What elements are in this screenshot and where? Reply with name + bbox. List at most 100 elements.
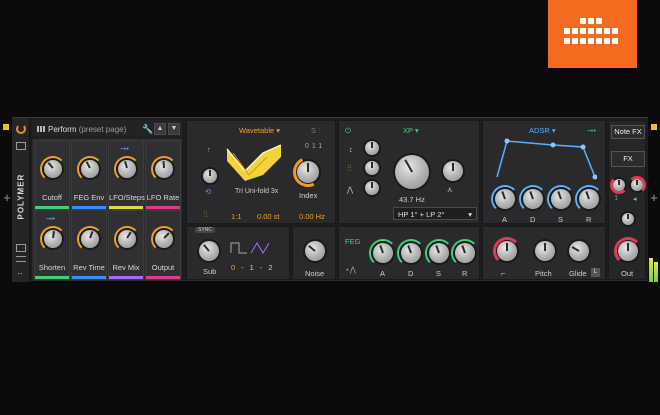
macro-cell[interactable]: Rev Mix — [108, 210, 144, 280]
index-label: Index — [299, 191, 318, 200]
macro-cell[interactable]: FEG Env — [71, 140, 107, 210]
logo-dot — [596, 28, 602, 34]
macro-knob[interactable] — [118, 230, 136, 248]
layout-icon[interactable] — [16, 244, 26, 252]
filter-key-knob[interactable] — [365, 161, 379, 175]
out-label: Out — [621, 269, 634, 278]
macro-knob[interactable] — [81, 160, 99, 178]
lfo-route-icon[interactable]: ⊸• — [120, 144, 129, 153]
add-device-left-button[interactable]: + — [2, 190, 12, 205]
envelope-knob[interactable] — [495, 189, 515, 209]
logo-dot — [580, 28, 586, 34]
ratio-value[interactable]: 1:1 — [231, 212, 241, 221]
envelope-display[interactable] — [493, 135, 597, 181]
filter-mod-knob[interactable] — [365, 141, 379, 155]
envelope-knob[interactable] — [579, 189, 599, 209]
macro-cell[interactable]: ⊸• LFO/Steps — [108, 140, 145, 210]
macro-color-bar — [109, 276, 143, 279]
semitones-value[interactable]: 0.00 st — [257, 212, 280, 221]
macro-color-bar — [35, 206, 69, 209]
wavetable-display[interactable] — [223, 141, 285, 183]
macro-cell[interactable]: ⊸• Shorten — [34, 210, 70, 280]
glide-knob[interactable] — [569, 241, 589, 261]
macro-knob[interactable] — [44, 230, 62, 248]
wrench-icon[interactable]: 🔧 — [142, 124, 153, 135]
pitch-mod-icon: ↑ — [207, 145, 211, 154]
envelope-knob[interactable] — [523, 189, 543, 209]
resonance-knob[interactable] — [443, 161, 463, 181]
preset-page-title[interactable]: Perform (preset page) — [48, 125, 126, 134]
macro-knob[interactable] — [118, 160, 136, 178]
grid-icon[interactable] — [37, 126, 45, 132]
macro-color-bar — [109, 206, 143, 209]
note-fx-button[interactable]: Note FX — [611, 125, 645, 139]
envelope-route-icon[interactable]: ⊸• — [587, 126, 596, 135]
polymer-device: POLYMER ↔ Perform (preset page) 🔧 ▲ ▼ Cu… — [12, 117, 648, 282]
logo-dot — [612, 28, 618, 34]
sub-octave-steps[interactable]: 0-1-2 — [231, 263, 279, 272]
macro-label: FEG Env — [73, 193, 105, 202]
wavetable-name: Tri Uni-fold 3x — [235, 188, 279, 195]
device-sidebar: POLYMER ↔ — [12, 118, 30, 282]
amp-envelope-panel: ADSR ▾ ⊸• A D S R — [482, 120, 606, 224]
macro-knob[interactable] — [155, 160, 173, 178]
filter-envelope-panel: FEG ⋆⋀ A D S R — [338, 226, 480, 280]
pan-icon: ⟟ — [615, 195, 618, 202]
envelope-type-selector[interactable]: ADSR ▾ — [529, 126, 556, 135]
osc-mod-knob[interactable] — [203, 169, 217, 183]
velocity-arc — [493, 237, 521, 265]
macro-label: Shorten — [38, 263, 66, 272]
envelope-label: S — [436, 269, 442, 278]
pitch-knob[interactable] — [535, 241, 555, 261]
envelope-knob[interactable] — [551, 189, 571, 209]
sync-badge[interactable]: SYNC — [195, 227, 215, 233]
envelope-label: A — [502, 215, 508, 224]
macro-knob[interactable] — [81, 230, 99, 248]
envelope-knob[interactable] — [455, 243, 475, 263]
filter-env-knob[interactable] — [365, 181, 379, 195]
power-icon[interactable] — [16, 124, 26, 134]
macro-knob[interactable] — [44, 160, 62, 178]
resonance-icon: ⋏ — [447, 185, 453, 194]
macro-color-bar — [35, 276, 69, 279]
page-up-button[interactable]: ▲ — [154, 123, 166, 135]
noise-knob[interactable] — [305, 241, 325, 261]
macro-cell[interactable]: Rev Time — [71, 210, 107, 280]
logo-dots — [564, 18, 622, 52]
macro-cell[interactable]: Cutoff — [34, 140, 70, 210]
osc-type-selector[interactable]: Wavetable ▾ — [239, 126, 280, 135]
folder-icon[interactable] — [16, 142, 26, 150]
macro-knob[interactable] — [155, 230, 173, 248]
filter-mode-dropdown[interactable]: HP 1° + LP 2° ▾ — [393, 207, 477, 220]
envelope-knob[interactable] — [429, 243, 449, 263]
octave-steps[interactable]: 011 — [305, 143, 325, 150]
width-knob[interactable] — [622, 213, 634, 225]
legato-badge[interactable]: L — [591, 268, 600, 277]
macro-label: Output — [151, 263, 175, 272]
list-icon[interactable] — [16, 256, 26, 262]
osc-menu-icon[interactable]: S ⫶ — [311, 126, 320, 136]
glide-label: Glide — [569, 269, 587, 278]
lfo-route-icon[interactable]: ⊸• — [46, 214, 55, 223]
logo-dot — [604, 38, 610, 44]
fx-button[interactable]: FX — [611, 151, 645, 167]
keytrack-icon[interactable]: ⫶⫶ — [203, 209, 208, 220]
out-mod-arc-left — [610, 176, 628, 194]
page-down-button[interactable]: ▼ — [168, 123, 180, 135]
logo-dot — [564, 38, 570, 44]
envelope-knob[interactable] — [401, 243, 421, 263]
envelope-knob[interactable] — [373, 243, 393, 263]
envelope-label: R — [462, 269, 468, 278]
hz-value[interactable]: 0.00 Hz — [299, 212, 325, 221]
filter-key-icon[interactable]: ⫶⫶ — [347, 163, 352, 174]
cutoff-knob[interactable] — [395, 155, 429, 189]
sub-knob[interactable] — [199, 241, 219, 261]
filter-type-selector[interactable]: XP ▾ — [403, 126, 419, 135]
feg-label[interactable]: FEG — [345, 237, 360, 246]
expand-icon[interactable]: ↔ — [16, 268, 24, 277]
filter-power-icon[interactable]: ⏻ — [345, 126, 351, 136]
macro-cell[interactable]: Output — [145, 210, 181, 280]
bitwig-logo — [548, 0, 637, 68]
macro-cell[interactable]: LFO Rate — [145, 140, 181, 210]
add-device-right-button[interactable]: + — [649, 190, 659, 205]
